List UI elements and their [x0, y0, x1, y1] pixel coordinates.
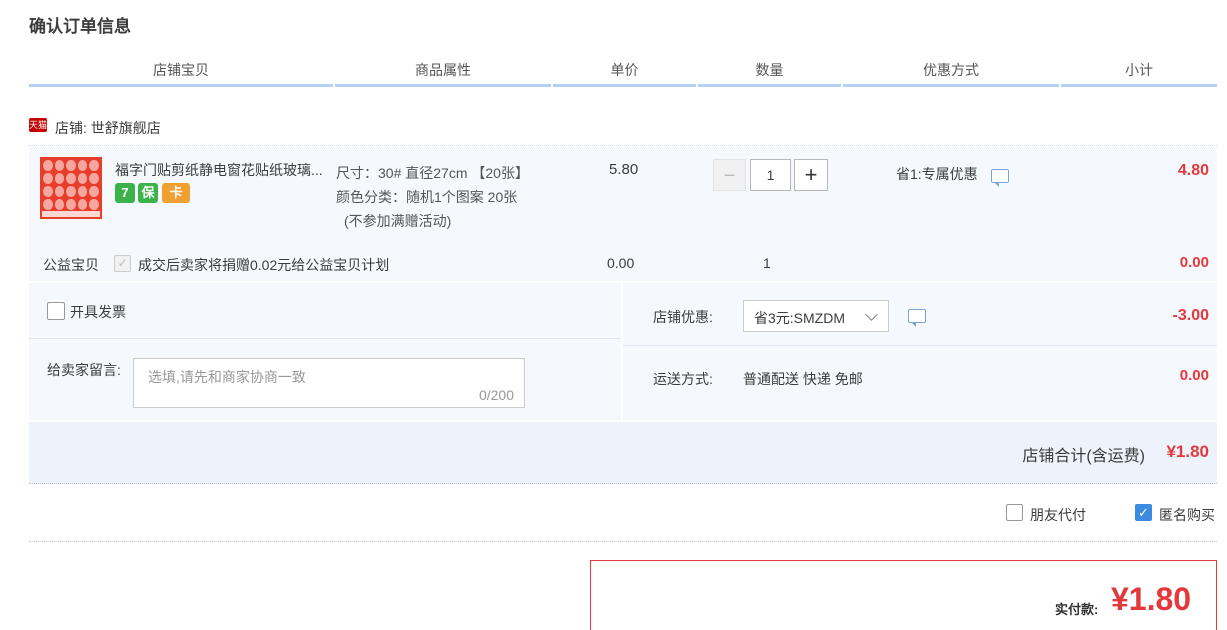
attr-color: 颜色分类：随机1个图案 20张	[336, 189, 518, 205]
charity-subtotal: 0.00	[1179, 254, 1209, 271]
page-title: 确认订单信息	[29, 17, 131, 36]
qty-increase-button[interactable]: +	[794, 159, 828, 191]
header-store-item: 店铺宝贝	[29, 60, 333, 87]
charity-qty: 1	[763, 255, 771, 271]
shipping-amount: 0.00	[1179, 367, 1209, 384]
header-quantity: 数量	[698, 60, 841, 87]
anonymous-checkbox[interactable]: ✓	[1135, 504, 1152, 521]
unit-price: 5.80	[609, 161, 639, 178]
store-name[interactable]: 店铺: 世舒旗舰店	[55, 118, 161, 138]
divider	[623, 345, 1217, 346]
guarantee-icon: 保	[138, 183, 158, 203]
coupon-amount: -3.00	[1172, 307, 1209, 324]
store-total-label: 店铺合计(含运费)	[1022, 448, 1145, 465]
charity-price: 0.00	[607, 255, 635, 271]
tmall-icon: 天猫	[29, 118, 48, 132]
message-icon[interactable]	[908, 309, 926, 327]
store-row: 天猫 店铺: 世舒旗舰店	[29, 115, 1217, 146]
product-title[interactable]: 福字门贴剪纸静电窗花贴纸玻璃...	[115, 160, 335, 180]
invoice-message-panel: 开具发票 给卖家留言: 选填,请先和商家协商一致 0/200	[29, 283, 621, 420]
seven-day-return-icon: 7	[115, 183, 135, 203]
store-total-value: ¥1.80	[1166, 442, 1209, 461]
message-placeholder: 选填,请先和商家协商一致	[148, 369, 306, 385]
header-subtotal: 小计	[1061, 60, 1217, 87]
charity-text: 成交后卖家将捐赠0.02元给公益宝贝计划	[138, 257, 390, 273]
divider	[29, 338, 621, 339]
item-panel: 福字门贴剪纸静电窗花贴纸玻璃... 7 保 卡 尺寸：30# 直径27cm 【2…	[29, 147, 1217, 281]
payment-value: ¥1.80	[1111, 581, 1192, 617]
header-attributes: 商品属性	[335, 60, 551, 87]
credit-card-icon: 卡	[162, 183, 190, 203]
coupon-select[interactable]: 省3元:SMZDM	[743, 300, 889, 332]
invoice-label[interactable]: 开具发票	[70, 302, 126, 322]
message-label: 给卖家留言:	[47, 362, 121, 378]
charity-checkbox: ✓	[114, 255, 131, 272]
friend-pay-checkbox[interactable]	[1006, 504, 1023, 521]
qty-input[interactable]: 1	[750, 159, 791, 191]
store-total-bar: 店铺合计(含运费) ¥1.80	[29, 422, 1217, 484]
message-input[interactable]: 选填,请先和商家协商一致 0/200	[133, 358, 525, 408]
friend-pay-label[interactable]: 朋友代付	[1030, 505, 1086, 525]
discount-method[interactable]: 省1:专属优惠	[896, 164, 978, 184]
charity-label: 公益宝贝	[43, 257, 99, 273]
invoice-checkbox[interactable]	[47, 302, 65, 320]
qty-decrease-button[interactable]: −	[713, 159, 746, 191]
divider	[29, 541, 1217, 542]
shipping-label: 运送方式:	[653, 371, 713, 387]
message-char-count: 0/200	[478, 387, 514, 403]
payment-label: 实付款:	[1055, 602, 1099, 617]
coupon-shipping-panel: 店铺优惠: 省3元:SMZDM -3.00 运送方式: 普通配送 快递 免邮 0…	[623, 283, 1217, 420]
message-icon[interactable]	[991, 169, 1009, 187]
coupon-selected-value: 省3元:SMZDM	[754, 310, 845, 326]
product-thumbnail[interactable]	[40, 157, 102, 219]
attr-size: 尺寸：30# 直径27cm 【20张】	[336, 165, 529, 181]
item-subtotal: 4.80	[1177, 162, 1209, 179]
anonymous-label[interactable]: 匿名购买	[1159, 505, 1215, 525]
attr-note: (不参加满赠活动)	[344, 213, 452, 229]
coupon-label: 店铺优惠:	[653, 309, 713, 325]
chevron-down-icon	[865, 308, 878, 321]
shipping-value: 普通配送 快递 免邮	[743, 371, 863, 387]
header-unit-price: 单价	[553, 60, 696, 87]
header-discount: 优惠方式	[843, 60, 1059, 87]
